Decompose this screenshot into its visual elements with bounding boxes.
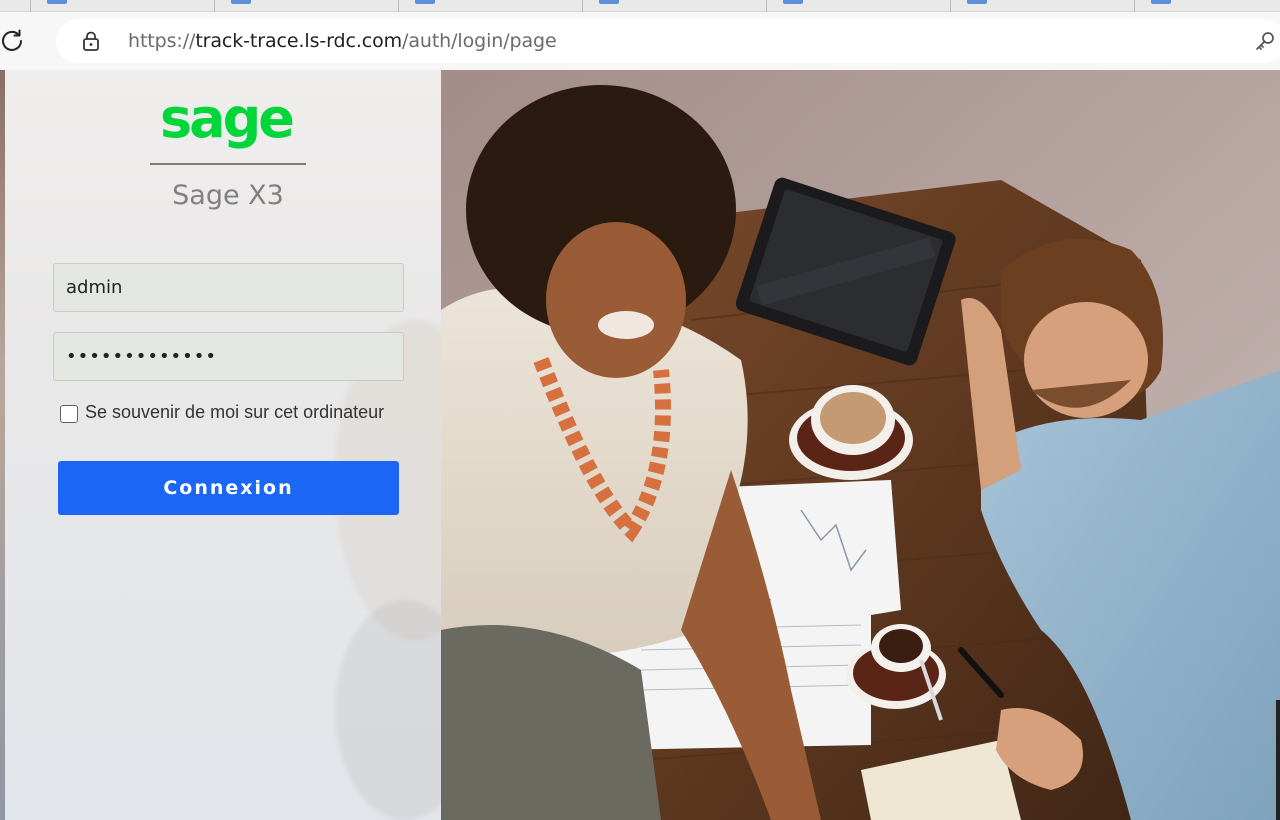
address-bar[interactable]: https://track-trace.ls-rdc.com/auth/logi…: [56, 19, 1280, 63]
url-path: /auth/login/page: [402, 30, 557, 52]
browser-tab-strip: [0, 0, 1280, 12]
password-input[interactable]: [53, 332, 404, 381]
remember-me[interactable]: Se souvenir de moi sur cet ordinateur: [60, 402, 384, 423]
username-input[interactable]: [53, 263, 404, 312]
reload-icon[interactable]: [0, 28, 26, 54]
background-silhouette: [335, 600, 441, 820]
login-button[interactable]: Connexion: [58, 461, 399, 515]
browser-tab[interactable]: [30, 0, 214, 12]
browser-tab[interactable]: [950, 0, 1134, 12]
url-host: track-trace.ls-rdc.com: [195, 30, 403, 52]
browser-tab[interactable]: [214, 0, 398, 12]
sage-logo: sage: [160, 87, 295, 150]
browser-tab[interactable]: [766, 0, 950, 12]
login-page: sage Sage X3 Se souvenir de moi sur cet …: [0, 70, 1280, 820]
background-photo: [441, 70, 1280, 820]
browser-toolbar: https://track-trace.ls-rdc.com/auth/logi…: [0, 12, 1280, 70]
browser-tab[interactable]: [398, 0, 582, 12]
logo-divider: [150, 163, 306, 165]
product-name: Sage X3: [172, 180, 284, 211]
browser-tab[interactable]: [582, 0, 766, 12]
url-scheme: https://: [128, 30, 196, 52]
lock-icon[interactable]: [80, 30, 102, 52]
browser-tab[interactable]: [1134, 0, 1280, 12]
key-icon[interactable]: [1254, 30, 1276, 52]
login-panel: sage Sage X3 Se souvenir de moi sur cet …: [5, 70, 441, 820]
address-url[interactable]: https://track-trace.ls-rdc.com/auth/logi…: [128, 30, 557, 52]
remember-me-label[interactable]: Se souvenir de moi sur cet ordinateur: [85, 402, 384, 423]
remember-me-checkbox[interactable]: [60, 405, 78, 423]
